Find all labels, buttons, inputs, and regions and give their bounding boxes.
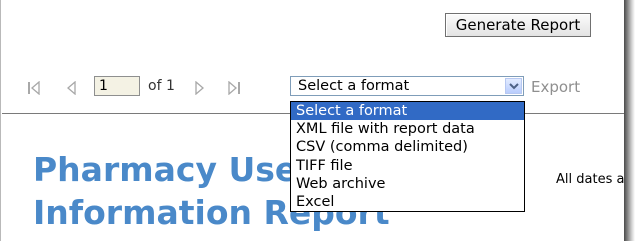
chevron-down-icon[interactable] bbox=[505, 78, 522, 94]
format-option[interactable]: Web archive bbox=[291, 175, 524, 193]
page-count-label: of 1 bbox=[148, 78, 175, 94]
export-link[interactable]: Export bbox=[531, 78, 580, 96]
format-option[interactable]: XML file with report data bbox=[291, 120, 524, 138]
format-option[interactable]: Excel bbox=[291, 193, 524, 211]
page-number-input[interactable] bbox=[94, 76, 140, 96]
report-viewer: Generate Report of 1 Select a format Exp… bbox=[0, 0, 625, 241]
format-option[interactable]: TIFF file bbox=[291, 157, 524, 175]
format-option[interactable]: CSV (comma delimited) bbox=[291, 138, 524, 156]
previous-page-icon[interactable] bbox=[63, 79, 81, 97]
first-page-icon[interactable] bbox=[25, 79, 43, 97]
export-format-select[interactable]: Select a format bbox=[290, 76, 524, 96]
generate-report-button[interactable]: Generate Report bbox=[445, 13, 591, 37]
format-dropdown-list: Select a format XML file with report dat… bbox=[290, 101, 525, 212]
dates-note: All dates a bbox=[556, 172, 625, 187]
last-page-icon[interactable] bbox=[225, 79, 243, 97]
format-select-value: Select a format bbox=[298, 78, 410, 94]
next-page-icon[interactable] bbox=[190, 79, 208, 97]
window-shadow bbox=[624, 0, 635, 241]
format-option[interactable]: Select a format bbox=[291, 102, 524, 121]
